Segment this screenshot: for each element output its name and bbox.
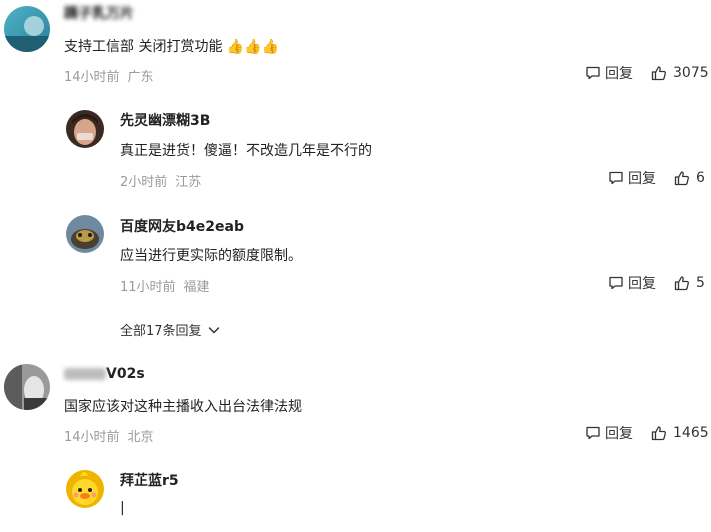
comment-text: 支持工信部 关闭打赏功能 👍👍👍	[64, 39, 280, 55]
chevron-down-icon	[208, 326, 219, 333]
reply-actions: 回复 5	[608, 273, 705, 293]
like-button[interactable]: 6	[674, 170, 705, 186]
reply-time: 11小时前	[120, 280, 176, 295]
comment-time: 14小时前	[64, 430, 120, 445]
avatar[interactable]	[66, 215, 104, 253]
reply-icon	[609, 171, 623, 185]
avatar[interactable]	[4, 6, 50, 52]
like-count: 5	[696, 275, 705, 291]
comment-user-name[interactable]: 蹒子乳万片	[64, 3, 134, 23]
reply-button[interactable]: 回复	[585, 423, 633, 443]
comment-user-name[interactable]: V02s	[64, 366, 145, 382]
expand-replies-button[interactable]: 全部17条回复	[120, 320, 222, 339]
comment-location: 广东	[127, 70, 154, 85]
comment-actions: 回复 1465	[585, 423, 709, 443]
comment-location: 北京	[127, 430, 154, 445]
reply-label: 回复	[628, 276, 656, 292]
reply-meta: 2小时前 江苏	[120, 171, 201, 190]
reply-text: 真正是进货！傻逼！不改造几年是不行的	[120, 143, 372, 159]
thumbs-up-icon	[674, 171, 689, 186]
blurred-name-prefix	[64, 368, 106, 380]
reply-icon	[586, 66, 600, 80]
reply-label: 回复	[605, 426, 633, 442]
reply-text: |	[120, 500, 125, 516]
like-count: 6	[696, 170, 705, 186]
comment-actions: 回复 3075	[585, 63, 709, 83]
like-count: 3075	[673, 65, 709, 81]
avatar[interactable]	[66, 110, 104, 148]
reply-button[interactable]: 回复	[608, 168, 656, 188]
reply-label: 回复	[605, 66, 633, 82]
comment-meta: 14小时前 广东	[64, 66, 154, 85]
reply-actions: 回复 6	[608, 168, 705, 188]
reply-time: 2小时前	[120, 175, 168, 190]
reply-user-name[interactable]: 百度网友b4e2eab	[120, 216, 244, 236]
reply-location: 江苏	[175, 175, 202, 190]
avatar[interactable]	[4, 364, 50, 410]
comment-section: 蹒子乳万片 支持工信部 关闭打赏功能 👍👍👍 14小时前 广东 回复 3075 先…	[0, 0, 711, 532]
thumbs-up-icon	[674, 276, 689, 291]
reply-label: 回复	[628, 171, 656, 187]
like-button[interactable]: 5	[674, 275, 705, 291]
comment-time: 14小时前	[64, 70, 120, 85]
reply-text: 应当进行更实际的额度限制。	[120, 248, 302, 264]
reply-user-name[interactable]: 先灵幽漂糊3B	[120, 110, 210, 130]
comment-user-name-suffix: V02s	[106, 366, 145, 382]
reply-location: 福建	[183, 280, 210, 295]
expand-replies-label: 全部17条回复	[120, 324, 202, 339]
like-button[interactable]: 3075	[651, 65, 709, 81]
reply-user-name[interactable]: 拜芷蓝r5	[120, 470, 179, 490]
reply-button[interactable]: 回复	[608, 273, 656, 293]
like-count: 1465	[673, 425, 709, 441]
thumbs-up-icon	[651, 66, 666, 81]
thumbs-up-icon	[651, 426, 666, 441]
reply-button[interactable]: 回复	[585, 63, 633, 83]
reply-meta: 11小时前 福建	[120, 276, 210, 295]
comment-meta: 14小时前 北京	[64, 426, 154, 445]
reply-icon	[586, 426, 600, 440]
avatar[interactable]	[66, 470, 104, 508]
like-button[interactable]: 1465	[651, 425, 709, 441]
reply-icon	[609, 276, 623, 290]
comment-text: 国家应该对这种主播收入出台法律法规	[64, 399, 302, 415]
